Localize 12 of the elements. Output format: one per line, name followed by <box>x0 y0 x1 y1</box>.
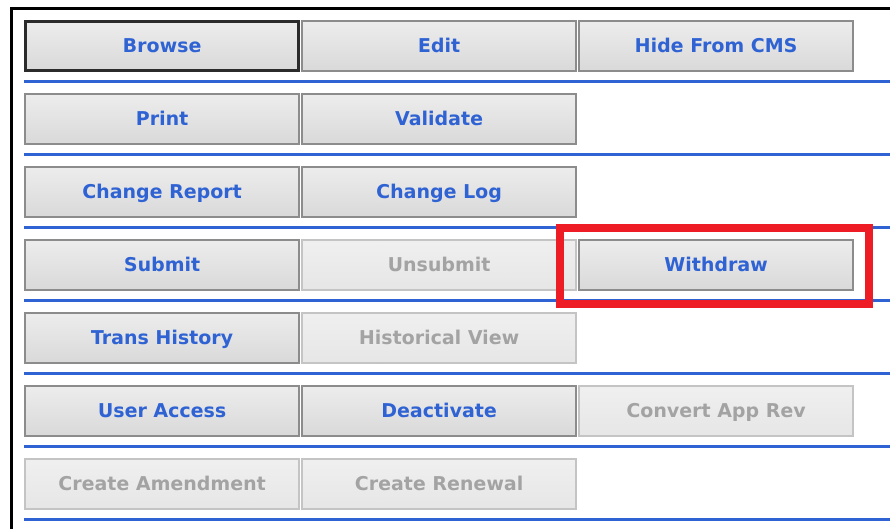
action-button[interactable]: Validate <box>301 93 577 145</box>
action-button[interactable]: Deactivate <box>301 385 577 437</box>
action-button[interactable]: Edit <box>301 20 577 72</box>
action-button[interactable]: Withdraw <box>578 239 854 291</box>
action-button[interactable]: Print <box>24 93 300 145</box>
action-button[interactable]: Hide From CMS <box>578 20 854 72</box>
action-button[interactable]: Browse <box>24 20 300 72</box>
action-button[interactable]: Submit <box>24 239 300 291</box>
action-button[interactable]: Change Log <box>301 166 577 218</box>
action-button[interactable]: Change Report <box>24 166 300 218</box>
action-button[interactable]: Trans History <box>24 312 300 364</box>
action-button[interactable]: User Access <box>24 385 300 437</box>
